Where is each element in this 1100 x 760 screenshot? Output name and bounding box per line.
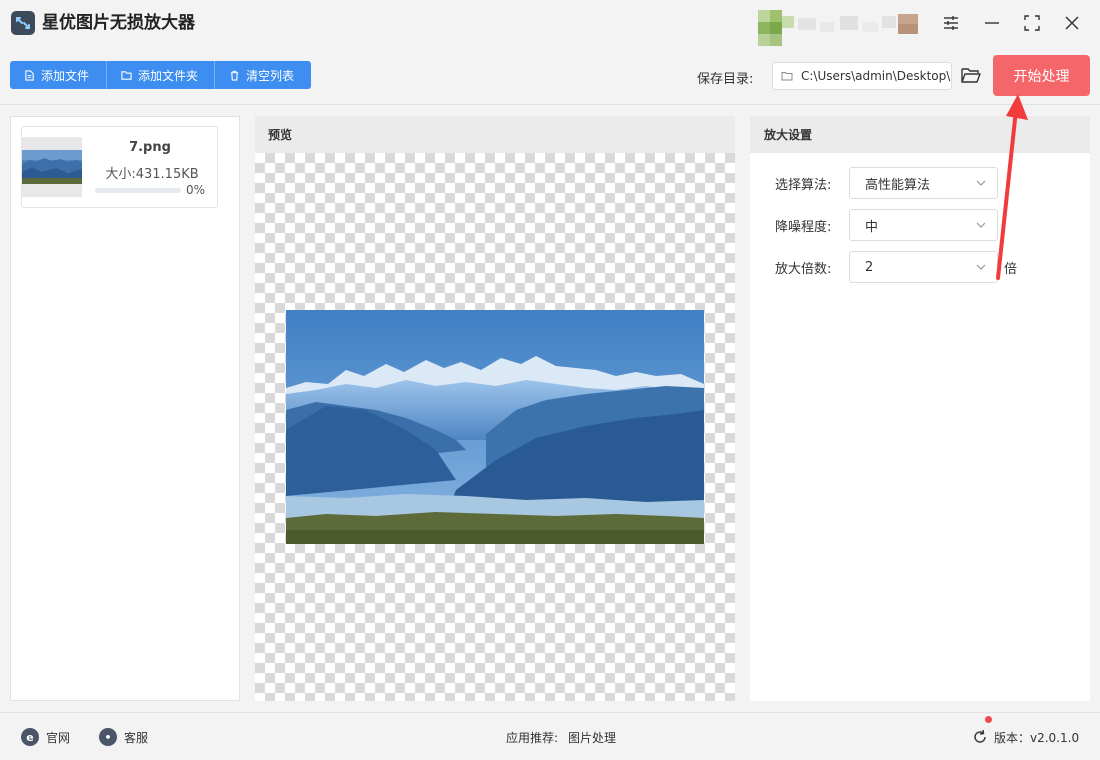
save-dir-input[interactable]: C:\Users\admin\Desktop\ — [772, 62, 952, 90]
chevron-down-icon — [976, 264, 986, 270]
add-folder-label: 添加文件夹 — [138, 68, 199, 83]
toolbar: 添加文件 添加文件夹 清空列表 保存目录: C:\Users\admin\Des… — [0, 50, 1100, 105]
app-recommend: 应用推荐: 图片处理 — [506, 729, 616, 746]
recommend-label: 应用推荐: — [506, 731, 559, 745]
denoise-value: 中 — [865, 219, 879, 235]
settings-title: 放大设置 — [750, 116, 1090, 153]
preview-canvas — [255, 153, 735, 701]
support-label: 客服 — [124, 730, 149, 745]
user-avatar-mosaic[interactable] — [758, 10, 920, 46]
add-folder-button[interactable]: 添加文件夹 — [107, 61, 215, 89]
maximize-icon[interactable] — [1021, 12, 1043, 34]
preview-image — [286, 310, 704, 544]
scale-select[interactable]: 2 — [849, 251, 998, 283]
algorithm-select[interactable]: 高性能算法 — [849, 167, 998, 199]
update-dot — [985, 716, 992, 723]
clear-list-label: 清空列表 — [246, 68, 295, 83]
add-file-label: 添加文件 — [41, 68, 90, 83]
chevron-down-icon — [976, 222, 986, 228]
version-label: 版本：v2.0.1.0 — [994, 730, 1080, 745]
scale-label: 放大倍数: — [775, 261, 832, 277]
denoise-row: 降噪程度: 中 — [775, 209, 998, 241]
close-icon[interactable] — [1061, 12, 1083, 34]
start-processing-button[interactable]: 开始处理 — [993, 55, 1090, 96]
recommend-link-image-processing[interactable]: 图片处理 — [568, 731, 616, 745]
add-file-button[interactable]: 添加文件 — [10, 61, 107, 89]
website-label: 官网 — [46, 730, 71, 745]
file-progress-text: 0% — [186, 183, 206, 197]
save-dir-label: 保存目录: — [697, 72, 754, 87]
chat-bubble-icon: • — [99, 728, 117, 746]
browser-e-icon: e — [21, 728, 39, 746]
file-thumbnail — [22, 137, 82, 197]
preview-panel: 预览 — [255, 116, 735, 701]
clear-list-button[interactable]: 清空列表 — [215, 61, 311, 89]
version-info[interactable]: 版本：v2.0.1.0 — [972, 725, 1079, 749]
file-icon — [25, 69, 34, 81]
algorithm-row: 选择算法: 高性能算法 — [775, 167, 998, 199]
chevron-down-icon — [976, 180, 986, 186]
save-dir-value: C:\Users\admin\Desktop\ — [801, 69, 951, 83]
file-list-panel: 7.png 大小:431.15KB 0% — [10, 116, 240, 701]
app-logo-icon — [11, 11, 35, 35]
denoise-select[interactable]: 中 — [849, 209, 998, 241]
file-size: 大小:431.15KB — [105, 167, 199, 182]
support-link[interactable]: • 客服 — [99, 727, 148, 747]
title-bar: 星优图片无损放大器 — [0, 0, 1100, 50]
minimize-icon[interactable] — [981, 12, 1003, 34]
file-progress-bar — [95, 188, 181, 193]
trash-icon — [230, 70, 239, 81]
file-item[interactable]: 7.png 大小:431.15KB 0% — [21, 126, 218, 208]
denoise-label: 降噪程度: — [775, 219, 832, 235]
algorithm-value: 高性能算法 — [865, 177, 931, 193]
scale-unit: 倍 — [1004, 261, 1018, 277]
website-link[interactable]: e 官网 — [21, 727, 70, 747]
algorithm-label: 选择算法: — [775, 177, 832, 193]
preview-title: 预览 — [255, 116, 735, 153]
app-title: 星优图片无损放大器 — [42, 13, 195, 33]
refresh-icon — [974, 729, 986, 743]
folder-outline-icon — [781, 72, 793, 81]
status-bar: e 官网 • 客服 应用推荐: 图片处理 版本：v2.0.1.0 — [0, 712, 1100, 760]
settings-panel: 放大设置 选择算法: 高性能算法 降噪程度: 中 放大倍数: 2 倍 — [750, 116, 1090, 701]
file-name: 7.png — [129, 140, 171, 155]
file-button-group: 添加文件 添加文件夹 清空列表 — [10, 61, 311, 89]
open-folder-icon[interactable] — [960, 64, 982, 86]
scale-row: 放大倍数: 2 倍 — [775, 251, 1017, 283]
scale-value: 2 — [865, 259, 874, 275]
folder-icon — [121, 70, 132, 80]
settings-sliders-icon[interactable] — [940, 12, 962, 34]
